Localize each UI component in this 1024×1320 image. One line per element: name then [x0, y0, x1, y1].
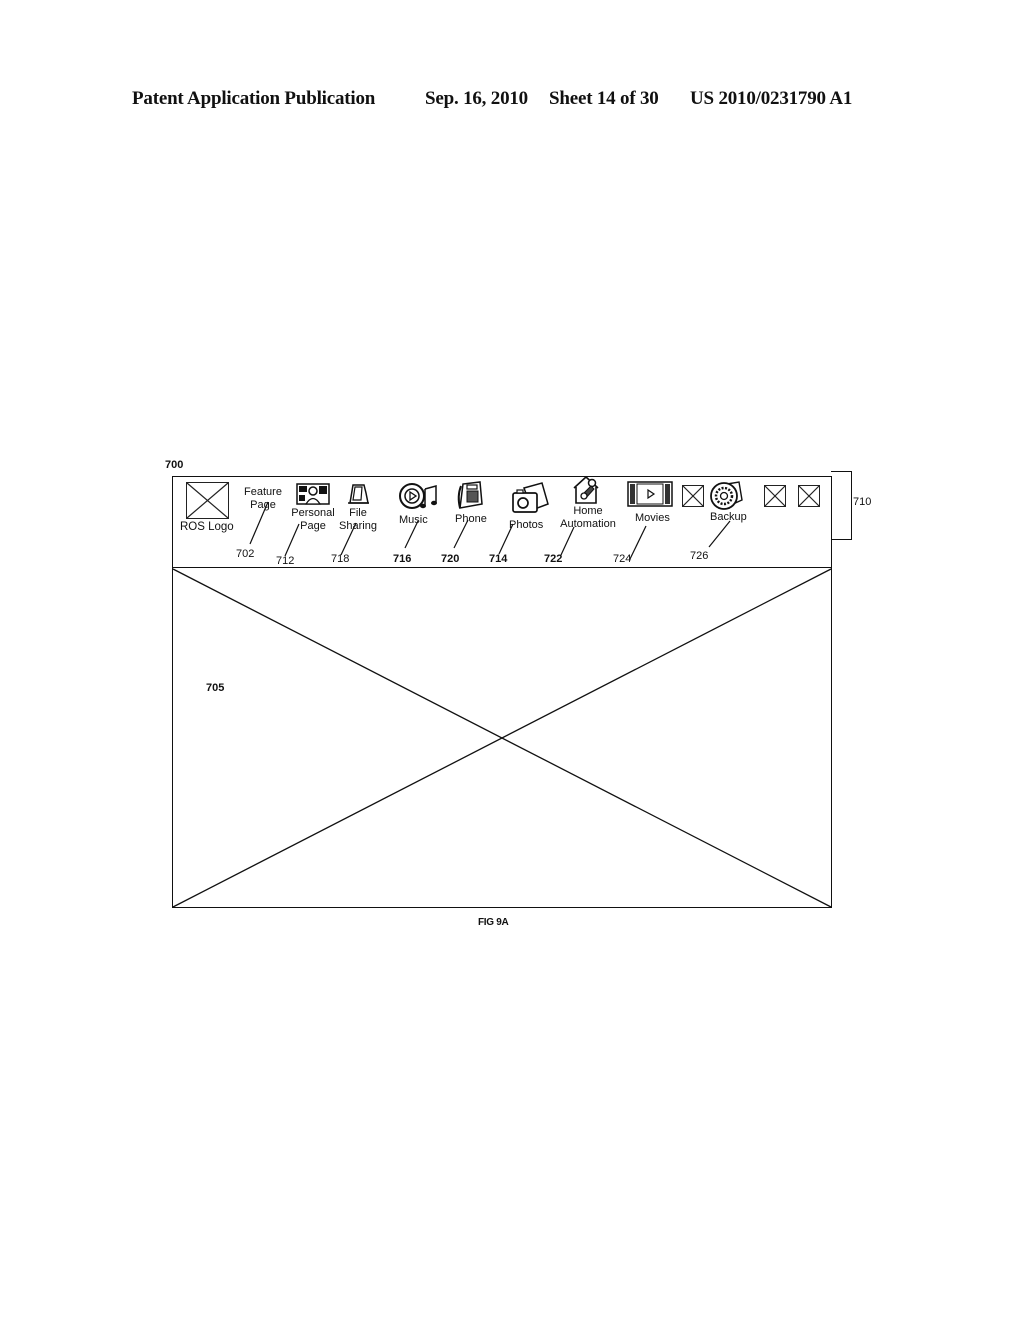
phone-icon[interactable]: [454, 480, 486, 512]
ref-702: 702: [236, 548, 255, 560]
nav-label: Music: [399, 514, 428, 526]
ref-main-area-705: 705: [206, 682, 225, 694]
ref-714: 714: [489, 553, 508, 565]
ref-726: 726: [690, 550, 709, 562]
placeholder-icon-3[interactable]: [798, 485, 820, 507]
placeholder-icon-2[interactable]: [764, 485, 786, 507]
backup-icon[interactable]: [709, 481, 743, 511]
nav-label-line1: File: [349, 507, 367, 519]
figure-caption: FIG 9A: [478, 917, 509, 928]
nav-item-file-sharing[interactable]: File Sharing: [336, 507, 380, 533]
nav-item-feature-page[interactable]: Feature Page: [241, 486, 285, 512]
nav-label-line2: Automation: [560, 518, 616, 530]
file-sharing-icon[interactable]: [346, 482, 370, 506]
placeholder-icon-1[interactable]: [682, 485, 704, 507]
ros-logo-placeholder[interactable]: [186, 482, 229, 519]
home-automation-icon[interactable]: [571, 474, 603, 506]
nav-item-backup[interactable]: Backup: [710, 511, 747, 524]
nav-item-home-automation[interactable]: Home Automation: [558, 505, 618, 531]
ref-718: 718: [331, 553, 350, 565]
nav-item-music[interactable]: Music: [399, 514, 428, 527]
photos-icon[interactable]: [510, 482, 550, 516]
nav-item-personal-page[interactable]: Personal Page: [289, 507, 337, 533]
nav-item-phone[interactable]: Phone: [455, 513, 487, 526]
ref-722: 722: [544, 553, 563, 565]
nav-label: Phone: [455, 513, 487, 525]
main-content-placeholder: [172, 568, 832, 908]
ref-724: 724: [613, 553, 632, 565]
music-icon[interactable]: [398, 481, 440, 511]
personal-page-icon[interactable]: [296, 482, 330, 506]
movies-icon[interactable]: [627, 481, 673, 507]
nav-item-photos[interactable]: Photos: [509, 519, 543, 532]
nav-label: Backup: [710, 511, 747, 523]
ref-716: 716: [393, 553, 412, 565]
nav-label-line2: Page: [300, 520, 326, 532]
nav-label: Movies: [635, 512, 670, 524]
nav-label-line2: Sharing: [339, 520, 377, 532]
nav-item-movies[interactable]: Movies: [635, 512, 670, 525]
nav-label: Photos: [509, 519, 544, 531]
ros-logo-label: ROS Logo: [180, 521, 234, 533]
nav-label-line2: Page: [250, 499, 276, 511]
ref-712: 712: [276, 555, 295, 567]
nav-label-line1: Home: [573, 505, 603, 517]
ref-720: 720: [441, 553, 460, 565]
nav-label-line1: Feature: [244, 486, 282, 498]
nav-label-line1: Personal: [291, 507, 335, 519]
